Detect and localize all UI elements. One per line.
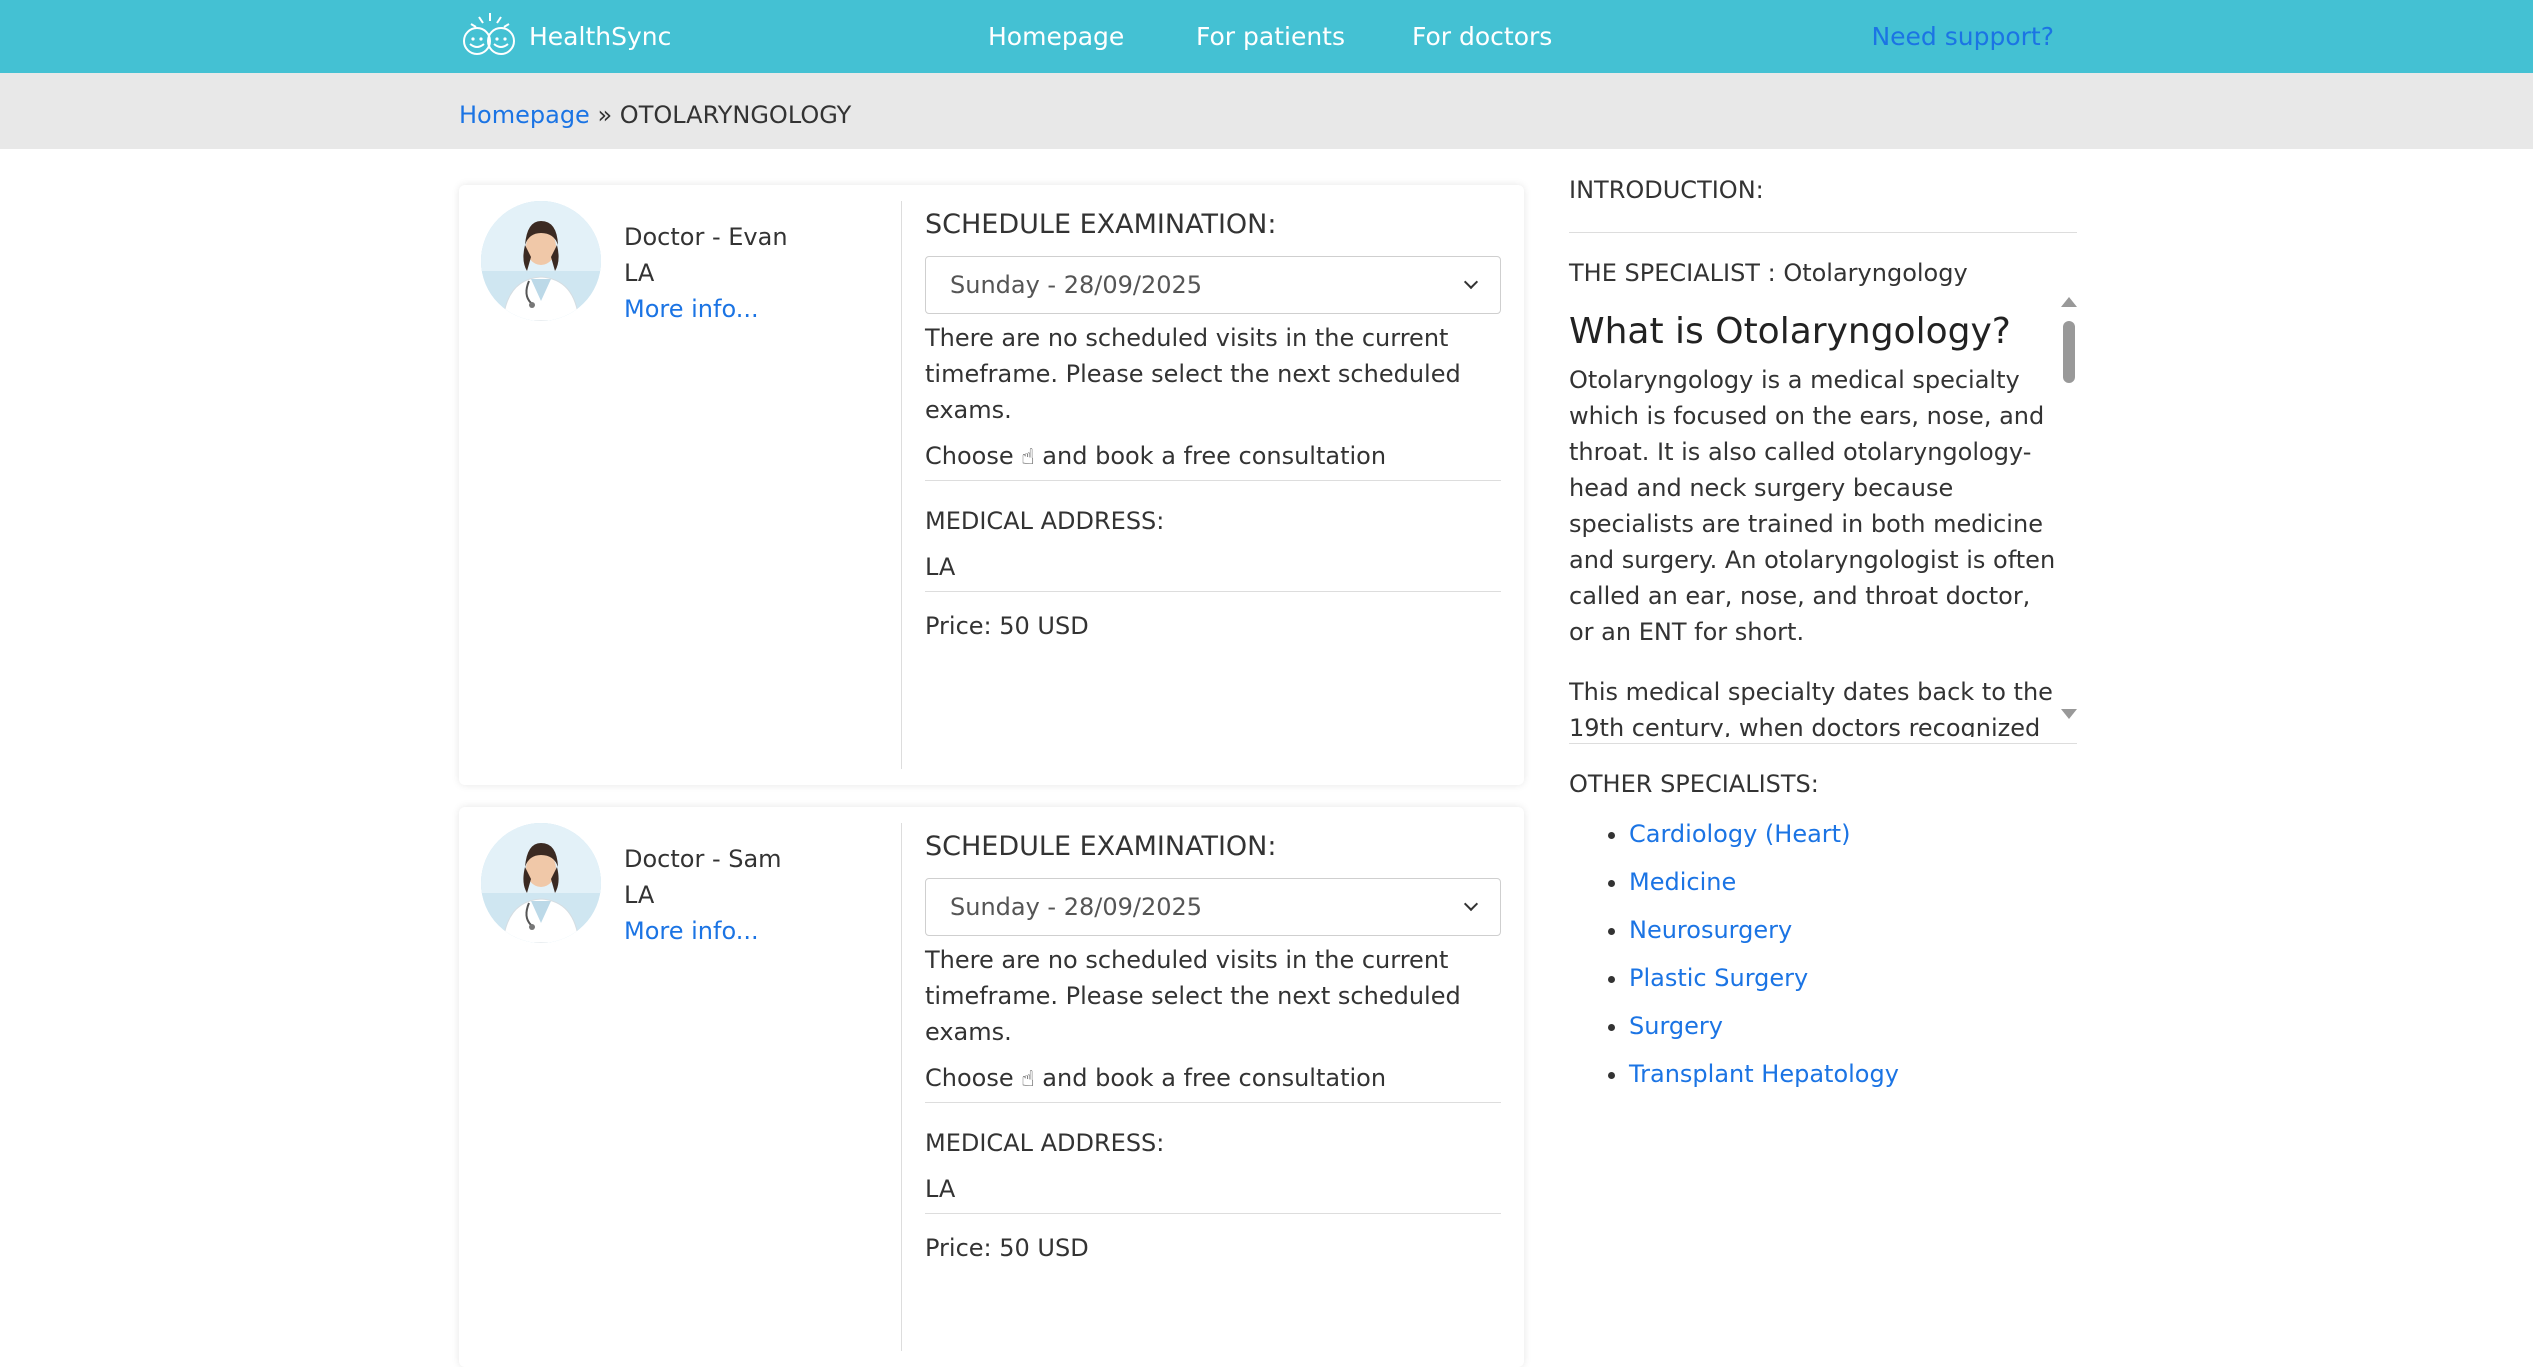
introduction-paragraph: Otolaryngology is a medical specialty wh… bbox=[1569, 366, 2056, 646]
schedule-section: SCHEDULE EXAMINATION: Sunday - 28/09/202… bbox=[925, 831, 1501, 1262]
logo-text: HealthSync bbox=[529, 21, 672, 51]
schedule-title: SCHEDULE EXAMINATION: bbox=[925, 831, 1277, 862]
specialty-link-medicine[interactable]: Medicine bbox=[1629, 868, 1736, 896]
introduction-paragraph: This medical specialty dates back to the… bbox=[1569, 678, 2053, 737]
other-specialists-list: Cardiology (Heart) Medicine Neurosurgery… bbox=[1629, 810, 2077, 1098]
divider bbox=[1569, 743, 2077, 744]
choose-hint: Choose ☝ and book a free consultation bbox=[925, 438, 1501, 481]
address-value: LA bbox=[925, 553, 1501, 592]
other-specialists-heading: OTHER SPECIALISTS: bbox=[1569, 770, 1819, 798]
breadcrumb: Homepage » OTOLARYNGOLOGY bbox=[459, 101, 851, 129]
card-divider bbox=[901, 823, 902, 1351]
specialty-sidebar: INTRODUCTION: THE SPECIALIST : Otolaryng… bbox=[1569, 172, 2077, 1098]
divider bbox=[1569, 232, 2077, 233]
doctor-name: Doctor - Evan bbox=[624, 223, 788, 251]
card-divider bbox=[901, 201, 902, 769]
breadcrumb-separator: » bbox=[597, 101, 613, 129]
list-item: Medicine bbox=[1629, 858, 2077, 906]
nav-homepage[interactable]: Homepage bbox=[988, 22, 1124, 51]
introduction-heading: INTRODUCTION: bbox=[1569, 176, 1764, 204]
need-support-link[interactable]: Need support? bbox=[1871, 22, 2054, 51]
doctor-info: Doctor - Evan LA More info... bbox=[624, 219, 788, 327]
nav-for-doctors[interactable]: For doctors bbox=[1412, 22, 1552, 51]
introduction-text: What is Otolaryngology? Otolaryngology i… bbox=[1569, 311, 2059, 737]
breadcrumb-current: OTOLARYNGOLOGY bbox=[619, 101, 852, 129]
price: Price: 50 USD bbox=[925, 612, 1089, 640]
scrollbar-thumb[interactable] bbox=[2063, 321, 2075, 383]
doctor-name: Doctor - Sam bbox=[624, 845, 782, 873]
specialty-link-transplant-hepatology[interactable]: Transplant Hepatology bbox=[1629, 1060, 1899, 1088]
choose-suffix: and book a free consultation bbox=[1042, 1064, 1387, 1092]
list-item: Cardiology (Heart) bbox=[1629, 810, 2077, 858]
logo-icon bbox=[459, 11, 521, 61]
address-label: MEDICAL ADDRESS: bbox=[925, 1129, 1165, 1157]
list-item: Plastic Surgery bbox=[1629, 954, 2077, 1002]
doctor-avatar[interactable] bbox=[481, 201, 601, 321]
top-navbar: HealthSync Homepage For patients For doc… bbox=[0, 0, 2533, 73]
doctor-info: Doctor - Sam LA More info... bbox=[624, 841, 782, 949]
specialty-link-surgery[interactable]: Surgery bbox=[1629, 1012, 1723, 1040]
specialty-link-plastic-surgery[interactable]: Plastic Surgery bbox=[1629, 964, 1808, 992]
list-item: Surgery bbox=[1629, 1002, 2077, 1050]
doctor-location: LA bbox=[624, 259, 655, 287]
chevron-down-icon bbox=[1463, 274, 1479, 290]
list-item: Neurosurgery bbox=[1629, 906, 2077, 954]
no-slots-message: There are no scheduled visits in the cur… bbox=[925, 946, 1461, 1046]
schedule-section: SCHEDULE EXAMINATION: Sunday - 28/09/202… bbox=[925, 209, 1501, 640]
breadcrumb-home-link[interactable]: Homepage bbox=[459, 101, 590, 129]
introduction-scroll-box[interactable]: What is Otolaryngology? Otolaryngology i… bbox=[1569, 297, 2077, 737]
scroll-down-arrow-icon[interactable] bbox=[2061, 709, 2077, 719]
address-value: LA bbox=[925, 1175, 1501, 1214]
more-info-link[interactable]: More info... bbox=[624, 917, 759, 945]
choose-hint: Choose ☝ and book a free consultation bbox=[925, 1060, 1501, 1103]
specialty-link-cardiology[interactable]: Cardiology (Heart) bbox=[1629, 820, 1850, 848]
choose-suffix: and book a free consultation bbox=[1042, 442, 1387, 470]
doctor-card: Doctor - Sam LA More info... SCHEDULE EX… bbox=[459, 807, 1524, 1367]
hand-pointer-icon: ☝ bbox=[1021, 1067, 1035, 1092]
logo[interactable]: HealthSync bbox=[459, 10, 671, 62]
no-slots-message: There are no scheduled visits in the cur… bbox=[925, 324, 1461, 424]
hand-pointer-icon: ☝ bbox=[1021, 445, 1035, 470]
introduction-question: What is Otolaryngology? bbox=[1569, 311, 2011, 352]
date-select[interactable]: Sunday - 28/09/2025 bbox=[925, 878, 1501, 936]
scroll-up-arrow-icon[interactable] bbox=[2061, 297, 2077, 307]
specialist-line: THE SPECIALIST : Otolaryngology bbox=[1569, 259, 1968, 287]
choose-prefix: Choose bbox=[925, 1064, 1014, 1092]
date-select-value: Sunday - 28/09/2025 bbox=[950, 271, 1203, 299]
specialty-link-neurosurgery[interactable]: Neurosurgery bbox=[1629, 916, 1792, 944]
date-select-value: Sunday - 28/09/2025 bbox=[950, 893, 1203, 921]
more-info-link[interactable]: More info... bbox=[624, 295, 759, 323]
chevron-down-icon bbox=[1463, 896, 1479, 912]
list-item: Transplant Hepatology bbox=[1629, 1050, 2077, 1098]
date-select[interactable]: Sunday - 28/09/2025 bbox=[925, 256, 1501, 314]
address-label: MEDICAL ADDRESS: bbox=[925, 507, 1165, 535]
price: Price: 50 USD bbox=[925, 1234, 1089, 1262]
doctor-avatar[interactable] bbox=[481, 823, 601, 943]
choose-prefix: Choose bbox=[925, 442, 1014, 470]
nav-for-patients[interactable]: For patients bbox=[1196, 22, 1345, 51]
doctor-location: LA bbox=[624, 881, 655, 909]
breadcrumb-bar: Homepage » OTOLARYNGOLOGY bbox=[0, 73, 2533, 149]
schedule-title: SCHEDULE EXAMINATION: bbox=[925, 209, 1277, 240]
doctor-card: Doctor - Evan LA More info... SCHEDULE E… bbox=[459, 185, 1524, 785]
